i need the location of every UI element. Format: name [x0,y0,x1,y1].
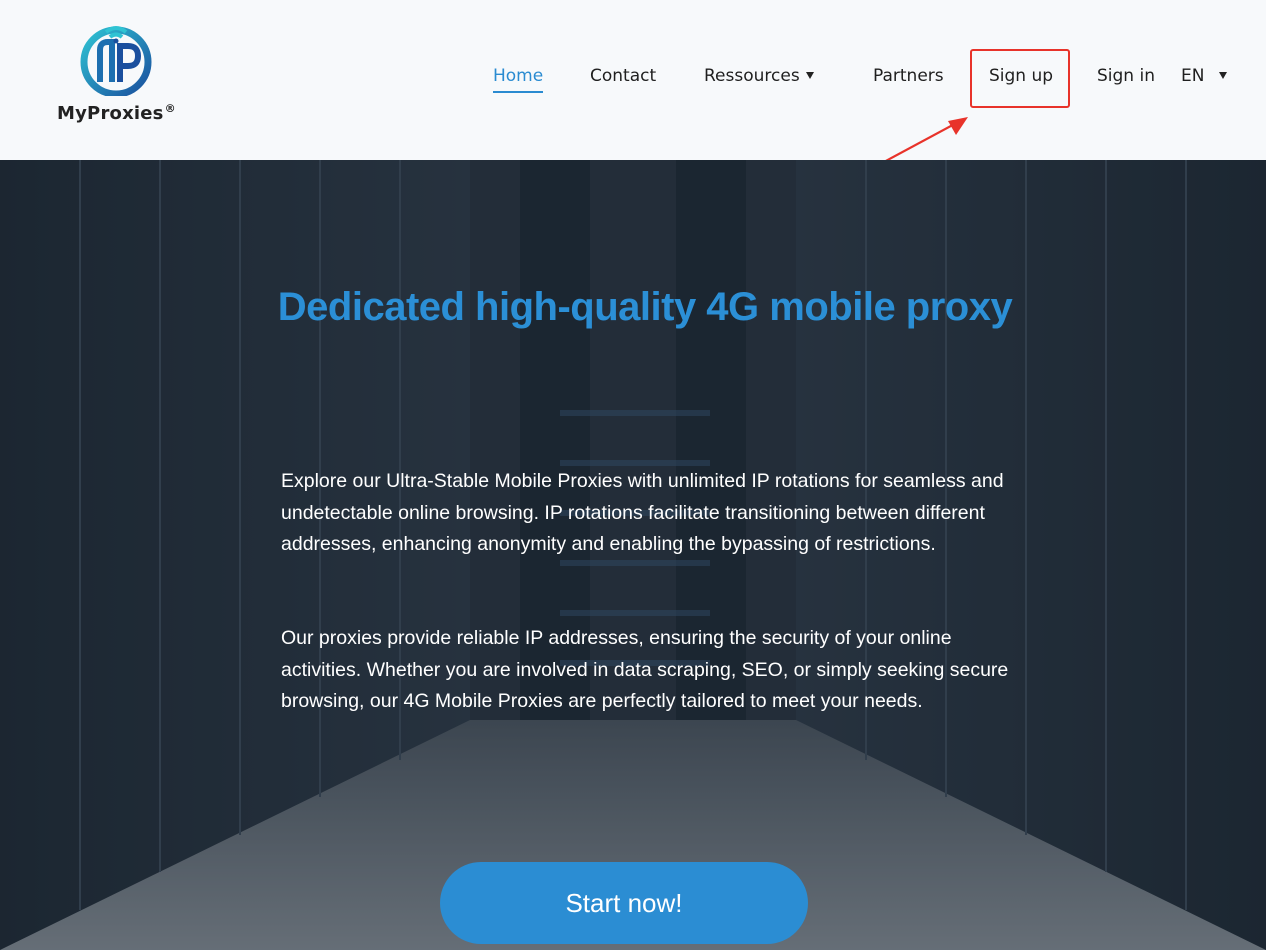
hero-title: Dedicated high-quality 4G mobile proxy [277,285,1013,329]
sign-up-highlight-box [970,49,1070,108]
nav-sign-in[interactable]: Sign in [1097,64,1155,88]
nav-partners-label: Partners [873,66,944,86]
hero-section: Dedicated high-quality 4G mobile proxy E… [0,160,1266,950]
logo[interactable]: MyProxies® [52,24,182,128]
myproxies-logo-icon [80,26,152,96]
nav-home-label: Home [493,66,544,86]
nav-partners[interactable]: Partners [873,64,944,88]
nav-home[interactable]: Home [493,64,544,93]
start-now-button[interactable]: Start now! [440,862,808,944]
nav-sign-in-label: Sign in [1097,66,1155,86]
site-header: MyProxies® Home Contact Ressources Partn… [0,0,1266,160]
language-caret-down-icon[interactable] [1219,72,1227,79]
hero-paragraph-1: Explore our Ultra-Stable Mobile Proxies … [281,470,1004,555]
logo-wordmark: MyProxies® [57,102,176,124]
hero-paragraph-2: Our proxies provide reliable IP addresse… [281,627,1009,712]
caret-down-icon[interactable] [806,72,814,79]
logo-brand-text: MyProxies [57,103,164,124]
nav-contact-label: Contact [590,66,657,86]
registered-mark: ® [164,102,176,115]
nav-resources-label: Ressources [704,66,800,86]
active-underline [493,91,544,93]
language-selector[interactable]: EN [1181,64,1204,88]
nav-contact[interactable]: Contact [590,64,656,88]
nav-resources-dropdown[interactable]: Ressources [704,64,800,88]
language-label: EN [1181,66,1205,86]
